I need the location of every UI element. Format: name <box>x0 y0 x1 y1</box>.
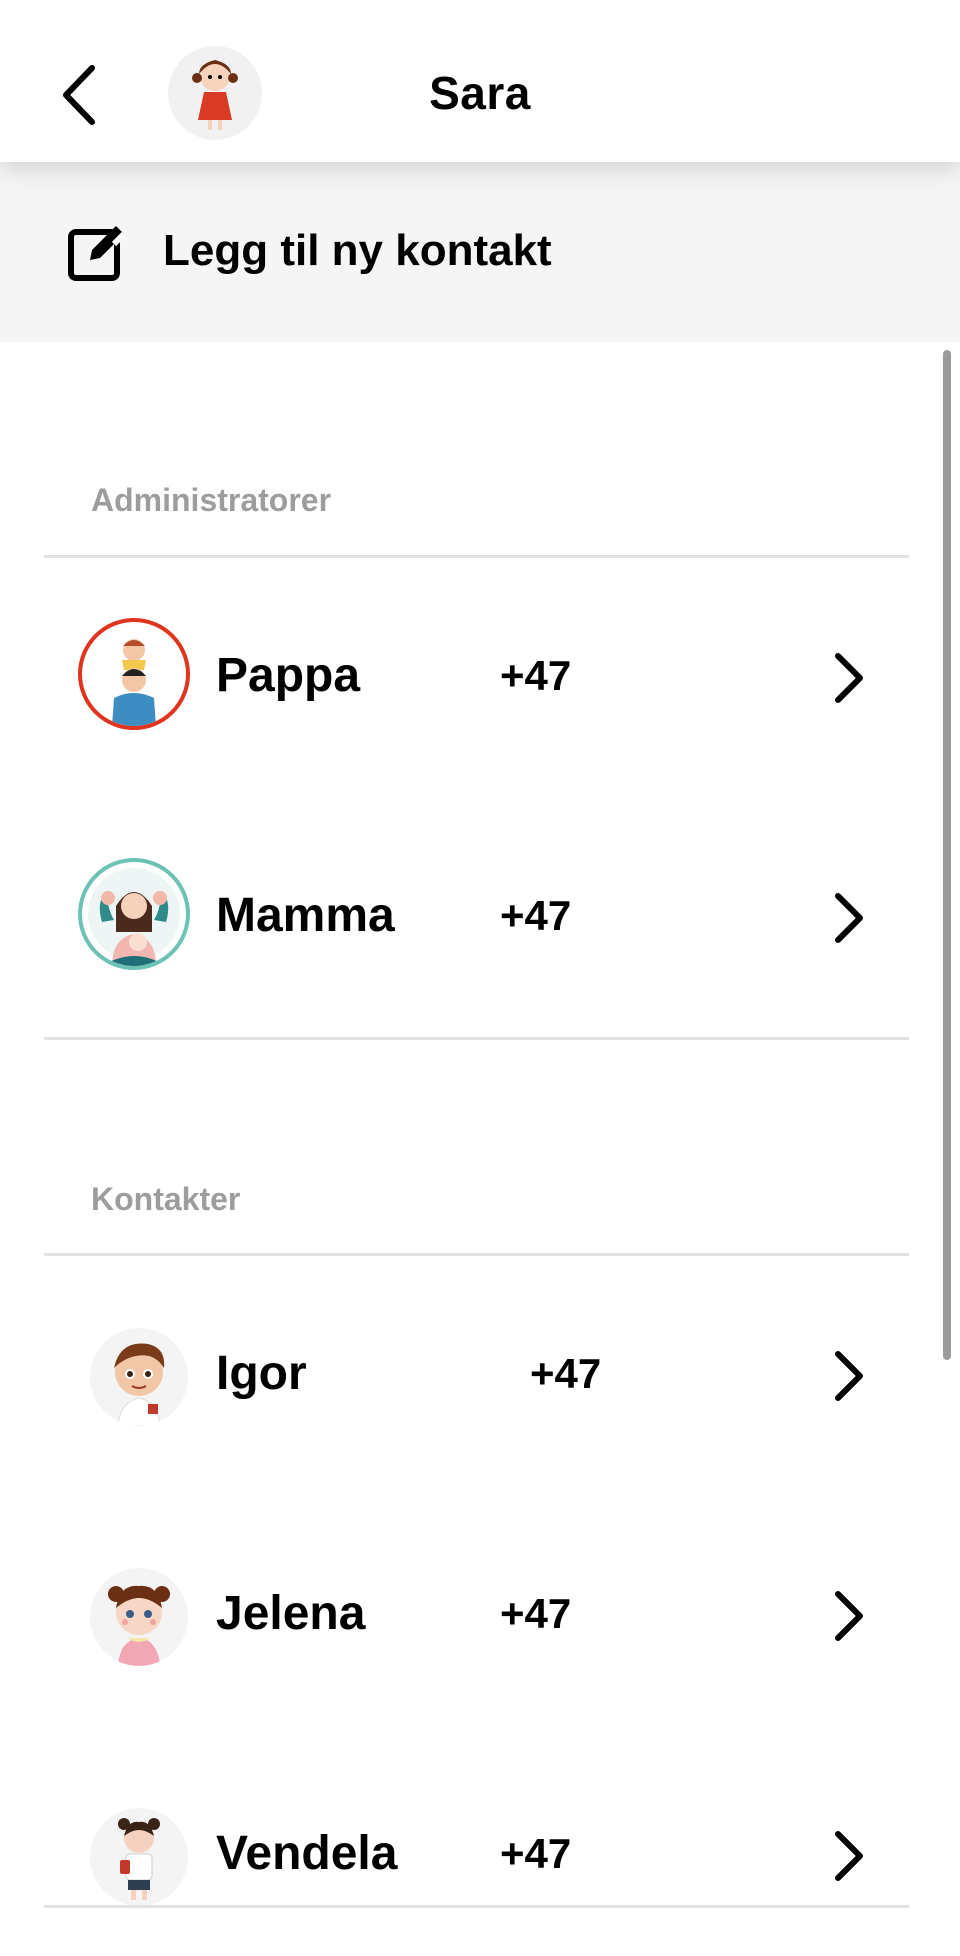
avatar <box>90 1808 188 1906</box>
avatar <box>90 1328 188 1426</box>
boy-avatar-icon <box>114 1343 165 1426</box>
contact-name: Jelena <box>216 1587 366 1640</box>
chevron-right-icon <box>835 1591 863 1641</box>
girl-avatar-icon <box>108 1585 170 1666</box>
edit-square-icon <box>68 226 127 281</box>
contact-name: Pappa <box>216 649 361 702</box>
contact-row-mamma[interactable]: Mamma +47 <box>44 818 909 1018</box>
contact-row-vendela[interactable]: Vendela +47 <box>44 1756 909 1956</box>
father-avatar-icon <box>112 639 156 726</box>
scrollbar[interactable] <box>943 350 951 1360</box>
contact-phone: +47 <box>530 1350 602 1397</box>
chevron-right-icon <box>835 893 863 943</box>
mother-avatar-icon <box>88 868 180 966</box>
chevron-right-icon <box>835 653 863 703</box>
contact-row-pappa[interactable]: Pappa +47 <box>44 578 909 778</box>
app-header: Sara <box>0 0 960 162</box>
contact-name: Mamma <box>216 889 395 942</box>
divider <box>44 1905 909 1908</box>
divider <box>44 1253 909 1256</box>
contact-row-igor[interactable]: Igor +47 <box>44 1276 909 1476</box>
girl-avatar-icon <box>118 1818 160 1900</box>
chevron-right-icon <box>835 1831 863 1881</box>
avatar <box>78 858 190 970</box>
section-title-admins: Administratorer <box>91 482 332 518</box>
avatar <box>78 618 190 730</box>
avatar <box>90 1568 188 1666</box>
section-title-contacts: Kontakter <box>91 1181 241 1217</box>
page-title: Sara <box>429 67 531 119</box>
divider <box>44 1037 909 1040</box>
contact-phone: +47 <box>500 892 572 939</box>
divider <box>44 555 909 558</box>
contact-row-jelena[interactable]: Jelena +47 <box>44 1516 909 1716</box>
contact-phone: +47 <box>500 652 572 699</box>
add-contact-label: Legg til ny kontakt <box>163 226 552 275</box>
contact-phone: +47 <box>500 1830 572 1877</box>
contact-name: Vendela <box>216 1827 398 1880</box>
chevron-right-icon <box>835 1351 863 1401</box>
contact-name: Igor <box>216 1347 307 1400</box>
contact-phone: +47 <box>500 1590 572 1637</box>
